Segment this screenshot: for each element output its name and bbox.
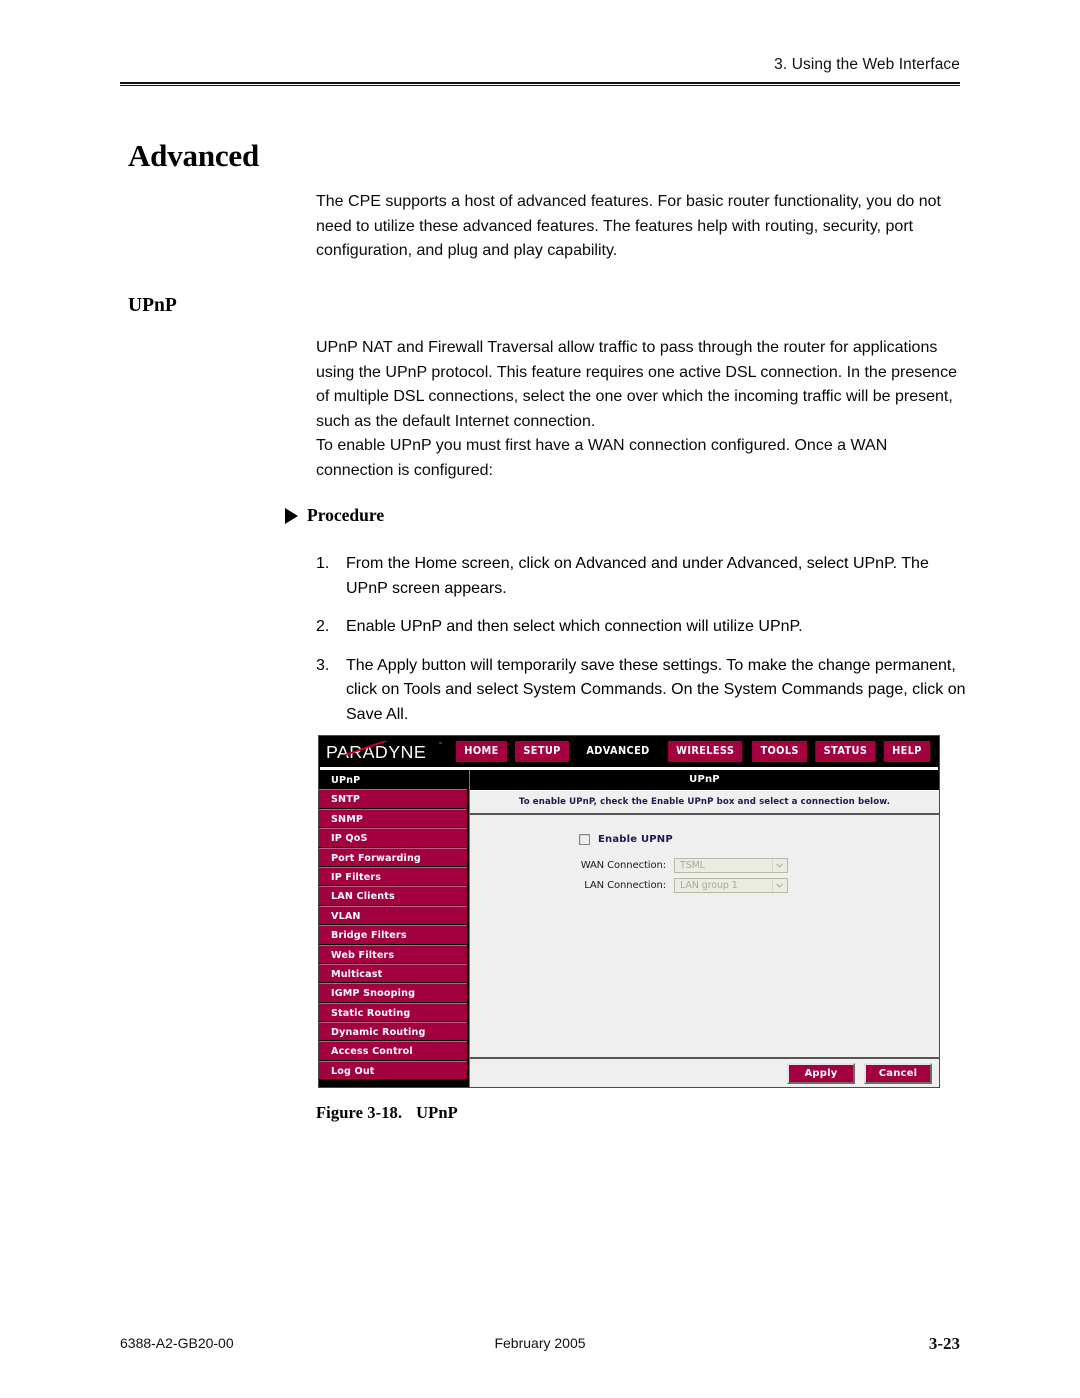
sidebar-item-log-out[interactable]: Log Out	[319, 1060, 467, 1081]
sidebar-item-dynamic-routing[interactable]: Dynamic Routing	[319, 1022, 467, 1042]
upnp-paragraph-2: To enable UPnP you must first have a WAN…	[316, 437, 888, 479]
nav-tab-help[interactable]: HELP	[883, 741, 930, 762]
panel-button-bar: Apply Cancel	[470, 1057, 939, 1087]
step-number: 1.	[316, 555, 330, 572]
nav-tab-status[interactable]: STATUS	[815, 741, 876, 762]
wan-connection-select[interactable]: TSML	[674, 858, 788, 873]
form-rows: Enable UPNP WAN Connection: TSML LAN Con…	[570, 834, 939, 893]
nav-tab-wireless[interactable]: WIRELESS	[667, 741, 743, 762]
lan-connection-row: LAN Connection: LAN group 1	[570, 878, 939, 893]
footer-date: February 2005	[494, 1335, 586, 1351]
nav-tab-home[interactable]: HOME	[455, 741, 508, 762]
enable-upnp-checkbox[interactable]	[579, 834, 590, 845]
sidebar-item-web-filters[interactable]: Web Filters	[319, 944, 467, 964]
sidebar-item-snmp[interactable]: SNMP	[319, 808, 467, 829]
nav-tab-advanced[interactable]: ADVANCED	[578, 741, 659, 762]
page-title: Advanced	[128, 138, 260, 173]
nav-tab-tools[interactable]: TOOLS	[751, 741, 807, 762]
cancel-button[interactable]: Cancel	[864, 1062, 932, 1084]
enable-upnp-row: Enable UPNP	[579, 834, 939, 845]
panel-form-area: Enable UPNP WAN Connection: TSML LAN Con…	[470, 815, 939, 1057]
wan-connection-value: TSML	[680, 860, 705, 871]
paradyne-logo: PARADYNE ™	[325, 740, 443, 763]
step-text: The Apply button will temporarily save t…	[346, 656, 966, 723]
panel-instruction: To enable UPnP, check the Enable UPnP bo…	[470, 790, 939, 815]
sidebar-item-sntp[interactable]: SNTP	[319, 789, 467, 809]
apply-button[interactable]: Apply	[787, 1062, 855, 1084]
sidebar-item-igmp-snooping[interactable]: IGMP Snooping	[319, 983, 467, 1003]
wan-connection-row: WAN Connection: TSML	[570, 858, 939, 873]
trademark-icon: ™	[438, 741, 443, 748]
sidebar-item-lan-clients[interactable]: LAN Clients	[319, 886, 467, 906]
router-ui-screenshot: PARADYNE ™ HOME SETUP ADVANCED WIRELESS …	[318, 735, 940, 1088]
router-navbar: PARADYNE ™ HOME SETUP ADVANCED WIRELESS …	[319, 736, 939, 767]
step-number: 2.	[316, 618, 330, 635]
figure-caption-title: UPnP	[416, 1103, 458, 1122]
list-item: 3. The Apply button will temporarily sav…	[316, 654, 966, 728]
chevron-down-icon	[772, 879, 785, 892]
figure-caption-label: Figure 3-18.	[316, 1103, 403, 1122]
list-item: 1. From the Home screen, click on Advanc…	[316, 552, 966, 601]
router-content-panel: UPnP To enable UPnP, check the Enable UP…	[469, 770, 939, 1087]
procedure-steps: 1. From the Home screen, click on Advanc…	[316, 552, 966, 741]
procedure-label: Procedure	[307, 505, 385, 525]
router-sidebar: UPnP SNTP SNMP IP QoS Port Forwarding IP…	[319, 770, 469, 1087]
sidebar-item-ip-filters[interactable]: IP Filters	[319, 866, 467, 887]
list-item: 2. Enable UPnP and then select which con…	[316, 615, 966, 640]
sidebar-item-ip-qos[interactable]: IP QoS	[319, 828, 467, 848]
wan-connection-label: WAN Connection:	[580, 860, 666, 871]
intro-paragraph: The CPE supports a host of advanced feat…	[316, 193, 941, 259]
lan-connection-value: LAN group 1	[680, 880, 738, 891]
section-heading-upnp: UPnP	[128, 295, 177, 316]
step-number: 3.	[316, 656, 330, 674]
enable-upnp-label: Enable UPNP	[598, 834, 673, 845]
nav-tab-setup[interactable]: SETUP	[514, 741, 570, 762]
step-text: From the Home screen, click on Advanced …	[346, 555, 929, 597]
sidebar-item-upnp[interactable]: UPnP	[319, 770, 467, 790]
lan-connection-select[interactable]: LAN group 1	[674, 878, 788, 893]
sidebar-item-access-control[interactable]: Access Control	[319, 1041, 467, 1061]
sidebar-item-static-routing[interactable]: Static Routing	[319, 1002, 467, 1023]
router-body: UPnP SNTP SNMP IP QoS Port Forwarding IP…	[319, 770, 939, 1087]
running-head: 3. Using the Web Interface	[774, 56, 960, 73]
triangle-bullet-icon	[285, 507, 298, 524]
header-rule	[120, 82, 960, 86]
sidebar-item-port-forwarding[interactable]: Port Forwarding	[319, 847, 467, 867]
step-text: Enable UPnP and then select which connec…	[346, 618, 803, 635]
footer-page-number: 3-23	[928, 1334, 960, 1353]
sidebar-item-multicast[interactable]: Multicast	[319, 963, 467, 984]
lan-connection-label: LAN Connection:	[584, 880, 666, 891]
upnp-paragraph-1: UPnP NAT and Firewall Traversal allow tr…	[316, 339, 957, 430]
sidebar-item-bridge-filters[interactable]: Bridge Filters	[319, 925, 467, 945]
procedure-heading: Procedure	[285, 505, 384, 526]
chevron-down-icon	[772, 859, 785, 872]
panel-title: UPnP	[470, 770, 939, 790]
sidebar-item-vlan[interactable]: VLAN	[319, 905, 467, 926]
figure-caption: Figure 3-18. UPnP	[316, 1103, 458, 1123]
